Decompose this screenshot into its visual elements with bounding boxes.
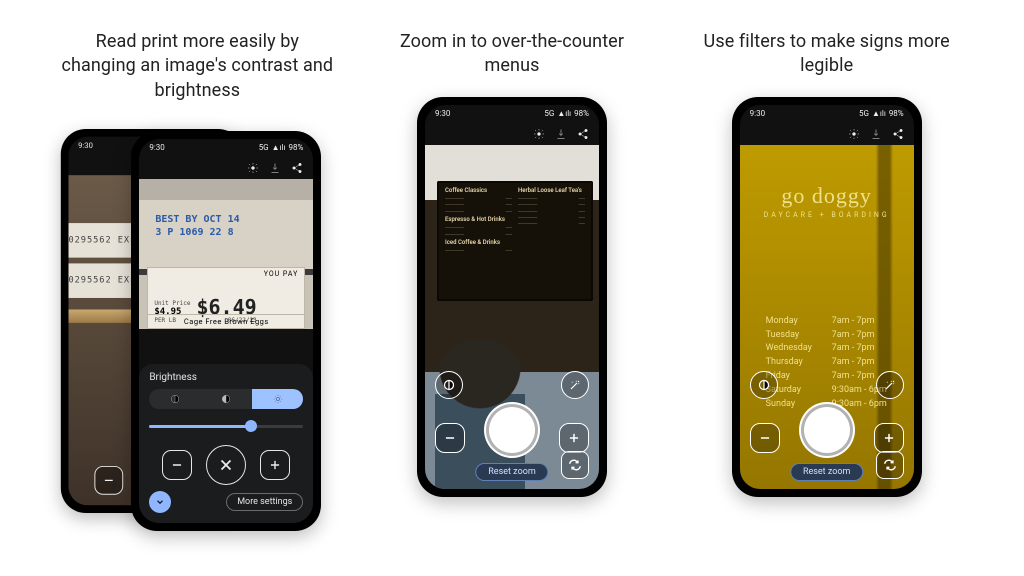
hours-row: Tuesday7am - 7pm <box>766 329 887 343</box>
mode-segmented[interactable] <box>149 389 303 409</box>
reset-zoom-button[interactable]: Reset zoom <box>790 463 863 481</box>
magic-button[interactable] <box>876 371 904 399</box>
zoom-out-button[interactable] <box>750 423 780 453</box>
sheet-title: Brightness <box>149 372 303 383</box>
brightness-slider[interactable] <box>149 417 303 435</box>
caption: Zoom in to over-the-counter menus <box>372 30 652 79</box>
zoom-out-button[interactable] <box>95 466 124 495</box>
phone: 9:30 5G▲ılı98% Coffee Classics ──────── … <box>417 97 607 497</box>
brightness-sheet: Brightness <box>139 364 313 523</box>
close-button[interactable] <box>206 445 246 485</box>
filter-button[interactable] <box>435 371 463 399</box>
switch-camera-button[interactable] <box>876 451 904 479</box>
zoom-out-button[interactable] <box>435 423 465 453</box>
status-bar: 9:30 5G▲ılı98% <box>139 139 313 157</box>
download-icon[interactable] <box>555 128 567 140</box>
hours-row: Thursday7am - 7pm <box>766 356 887 370</box>
share-icon[interactable] <box>892 128 904 140</box>
store-brand: go doggy DAYCARE + BOARDING <box>740 183 914 219</box>
hours-row: Saturday9:30am - 6pm <box>766 384 887 398</box>
price-tag: YOU PAY Unit Price $4.95 PER LB $6.49 06… <box>147 267 305 329</box>
share-icon[interactable] <box>291 162 303 174</box>
more-settings-button[interactable]: More settings <box>226 493 303 511</box>
collapse-sheet-button[interactable] <box>149 491 171 513</box>
settings-icon[interactable] <box>533 128 545 140</box>
zoom-in-button[interactable] <box>874 423 904 453</box>
menu-board: Coffee Classics ──────── ──────── ──────… <box>437 181 593 301</box>
panel-filter: Use filters to make signs more legible 9… <box>669 30 984 546</box>
mode-contrast-icon[interactable] <box>201 389 252 409</box>
shutter-button[interactable] <box>489 407 535 453</box>
zoom-in-button[interactable] <box>559 423 589 453</box>
panel-contrast: Read print more easily by changing an im… <box>40 30 355 546</box>
zoom-in-button[interactable] <box>260 450 290 480</box>
caption: Use filters to make signs more legible <box>687 30 967 79</box>
phone-front: 9:30 5G▲ılı98% BEST BY OCT 14 3 P 1069 2… <box>131 131 321 531</box>
phone: 9:30 5G▲ılı98% go doggy DAYCARE + BOARDI… <box>732 97 922 497</box>
hours-row: Friday7am - 7pm <box>766 370 887 384</box>
egg-stamp: BEST BY OCT 14 3 P 1069 22 8 <box>155 213 239 240</box>
switch-camera-button[interactable] <box>561 451 589 479</box>
shutter-button[interactable] <box>804 407 850 453</box>
mode-brightness-icon[interactable] <box>252 389 303 409</box>
settings-icon[interactable] <box>247 162 259 174</box>
settings-icon[interactable] <box>848 128 860 140</box>
filter-button[interactable] <box>750 371 778 399</box>
hours-row: Monday7am - 7pm <box>766 315 887 329</box>
caption: Read print more easily by changing an im… <box>57 30 337 103</box>
hours-row: Wednesday7am - 7pm <box>766 342 887 356</box>
download-icon[interactable] <box>870 128 882 140</box>
share-icon[interactable] <box>577 128 589 140</box>
reset-zoom-button[interactable]: Reset zoom <box>475 463 548 481</box>
magic-button[interactable] <box>561 371 589 399</box>
zoom-out-button[interactable] <box>162 450 192 480</box>
hours-list: Monday7am - 7pmTuesday7am - 7pmWednesday… <box>766 315 887 413</box>
panel-zoom: Zoom in to over-the-counter menus 9:30 5… <box>355 30 670 546</box>
download-icon[interactable] <box>269 162 281 174</box>
mode-auto-icon[interactable] <box>149 389 200 409</box>
